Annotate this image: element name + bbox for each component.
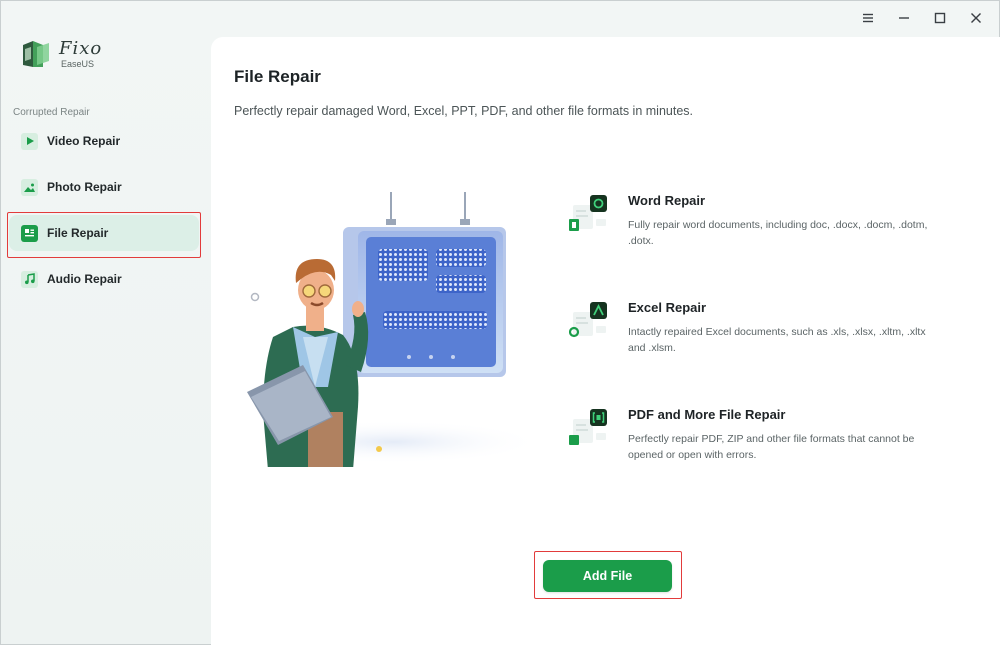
app-logo: Fixo EaseUS [19, 37, 102, 71]
excel-repair-icon [569, 302, 607, 338]
app-window: Fixo EaseUS Corrupted Repair Video Repai… [0, 0, 1000, 645]
photo-icon [21, 178, 38, 196]
sidebar-item-audio-repair[interactable]: Audio Repair [9, 261, 199, 297]
main-panel: File Repair Perfectly repair damaged Wor… [211, 37, 1000, 645]
audio-icon [21, 270, 38, 288]
window-controls [857, 9, 987, 27]
sidebar-item-video-repair[interactable]: Video Repair [9, 123, 199, 159]
add-file-button[interactable]: Add File [543, 560, 672, 592]
feature-pdf-repair: PDF and More File Repair Perfectly repai… [569, 403, 929, 510]
file-repair-illustration [243, 192, 533, 467]
feature-title: PDF and More File Repair [628, 407, 786, 422]
feature-word-repair: Word Repair Fully repair word documents,… [569, 189, 929, 296]
feature-list: Word Repair Fully repair word documents,… [569, 189, 929, 510]
page-title: File Repair [234, 67, 321, 86]
sidebar-item-label: Photo Repair [47, 180, 122, 194]
maximize-icon[interactable] [929, 9, 951, 27]
video-icon [21, 132, 38, 150]
close-icon[interactable] [965, 9, 987, 27]
sidebar-item-label: Audio Repair [47, 272, 122, 286]
page-subtitle: Perfectly repair damaged Word, Excel, PP… [234, 104, 693, 118]
sidebar: Fixo EaseUS Corrupted Repair Video Repai… [1, 1, 209, 645]
feature-description: Intactly repaired Excel documents, such … [628, 326, 926, 354]
feature-description: Fully repair word documents, including d… [628, 219, 928, 247]
pdf-repair-icon [569, 409, 607, 445]
fixo-logo-icon [23, 41, 49, 67]
sidebar-item-label: File Repair [47, 226, 109, 240]
file-icon [21, 224, 38, 242]
add-file-highlight: Add File [534, 551, 682, 599]
app-vendor: EaseUS [61, 58, 95, 69]
menu-icon[interactable] [857, 9, 879, 27]
sidebar-item-label: Video Repair [47, 134, 121, 148]
sidebar-section-label: Corrupted Repair [13, 107, 90, 118]
minimize-icon[interactable] [893, 9, 915, 27]
sidebar-item-photo-repair[interactable]: Photo Repair [9, 169, 199, 205]
feature-description: Perfectly repair PDF, ZIP and other file… [628, 433, 915, 461]
app-name: Fixo [59, 37, 103, 59]
sidebar-item-file-repair[interactable]: File Repair [7, 212, 201, 258]
word-repair-icon [569, 195, 607, 231]
sidebar-nav: Video Repair Photo Repair File Repair Au… [7, 123, 201, 307]
feature-excel-repair: Excel Repair Intactly repaired Excel doc… [569, 296, 929, 403]
feature-title: Excel Repair [628, 300, 707, 315]
feature-title: Word Repair [628, 193, 706, 208]
